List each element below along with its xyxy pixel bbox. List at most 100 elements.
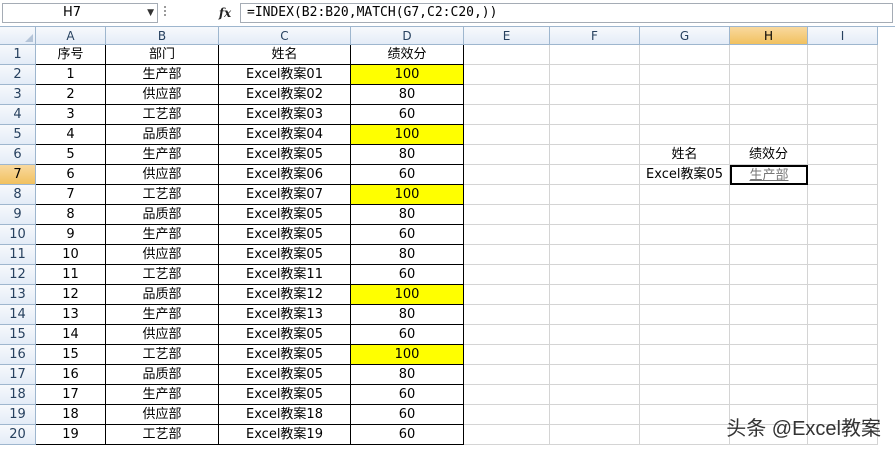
cell-d3[interactable]: 80 [351, 85, 464, 105]
cell-a16[interactable]: 15 [36, 345, 106, 365]
cell-d15[interactable]: 60 [351, 325, 464, 345]
cell-f13[interactable] [550, 285, 640, 305]
cell-e19[interactable] [464, 405, 550, 425]
cell-g1[interactable] [640, 45, 730, 65]
row-header-17[interactable]: 17 [0, 365, 36, 385]
cell-h2[interactable] [730, 65, 808, 85]
cell-d12[interactable]: 60 [351, 265, 464, 285]
select-all-corner[interactable] [0, 27, 36, 45]
cell-i5[interactable] [808, 125, 878, 145]
cell-b16[interactable]: 工艺部 [106, 345, 219, 365]
cell-h8[interactable] [730, 185, 808, 205]
cell-f17[interactable] [550, 365, 640, 385]
column-header-b[interactable]: B [106, 27, 219, 45]
cell-e5[interactable] [464, 125, 550, 145]
active-cell-h7[interactable]: 生产部 [730, 165, 808, 185]
cell-a4[interactable]: 3 [36, 105, 106, 125]
cell-c5[interactable]: Excel教案04 [219, 125, 351, 145]
cell-c11[interactable]: Excel教案05 [219, 245, 351, 265]
cell-c19[interactable]: Excel教案18 [219, 405, 351, 425]
cell-d4[interactable]: 60 [351, 105, 464, 125]
cell-g15[interactable] [640, 325, 730, 345]
cell-a10[interactable]: 9 [36, 225, 106, 245]
cell-b10[interactable]: 生产部 [106, 225, 219, 245]
cell-i2[interactable] [808, 65, 878, 85]
cell-d8[interactable]: 100 [351, 185, 464, 205]
cell-f19[interactable] [550, 405, 640, 425]
cell-c17[interactable]: Excel教案05 [219, 365, 351, 385]
cell-f15[interactable] [550, 325, 640, 345]
cell-b11[interactable]: 供应部 [106, 245, 219, 265]
cell-b13[interactable]: 品质部 [106, 285, 219, 305]
cell-h15[interactable] [730, 325, 808, 345]
cell-a18[interactable]: 17 [36, 385, 106, 405]
cell-a13[interactable]: 12 [36, 285, 106, 305]
cell-g16[interactable] [640, 345, 730, 365]
cell-h4[interactable] [730, 105, 808, 125]
cell-i12[interactable] [808, 265, 878, 285]
row-header-8[interactable]: 8 [0, 185, 36, 205]
cell-a7[interactable]: 6 [36, 165, 106, 185]
column-header-a[interactable]: A [36, 27, 106, 45]
cell-f4[interactable] [550, 105, 640, 125]
cell-a12[interactable]: 11 [36, 265, 106, 285]
cell-h9[interactable] [730, 205, 808, 225]
cell-i17[interactable] [808, 365, 878, 385]
cell-a20[interactable]: 19 [36, 425, 106, 445]
cell-g18[interactable] [640, 385, 730, 405]
cell-c9[interactable]: Excel教案05 [219, 205, 351, 225]
cell-d20[interactable]: 60 [351, 425, 464, 445]
formula-input[interactable]: =INDEX(B2:B20,MATCH(G7,C2:C20,)) [240, 3, 893, 23]
cell-f11[interactable] [550, 245, 640, 265]
cell-f3[interactable] [550, 85, 640, 105]
cell-e10[interactable] [464, 225, 550, 245]
cell-b1[interactable]: 部门 [106, 45, 219, 65]
cell-g8[interactable] [640, 185, 730, 205]
cell-d1[interactable]: 绩效分 [351, 45, 464, 65]
column-header-c[interactable]: C [219, 27, 351, 45]
row-header-10[interactable]: 10 [0, 225, 36, 245]
cell-c4[interactable]: Excel教案03 [219, 105, 351, 125]
cell-c18[interactable]: Excel教案05 [219, 385, 351, 405]
cell-b6[interactable]: 生产部 [106, 145, 219, 165]
cell-d5[interactable]: 100 [351, 125, 464, 145]
cell-b18[interactable]: 生产部 [106, 385, 219, 405]
column-header-g[interactable]: G [640, 27, 730, 45]
cell-a15[interactable]: 14 [36, 325, 106, 345]
cell-f9[interactable] [550, 205, 640, 225]
cell-f1[interactable] [550, 45, 640, 65]
cell-b20[interactable]: 工艺部 [106, 425, 219, 445]
cell-g7[interactable]: Excel教案05 [640, 165, 730, 185]
cell-f20[interactable] [550, 425, 640, 445]
cell-e20[interactable] [464, 425, 550, 445]
column-header-i[interactable]: I [808, 27, 878, 45]
cell-e8[interactable] [464, 185, 550, 205]
cell-h16[interactable] [730, 345, 808, 365]
cell-c10[interactable]: Excel教案05 [219, 225, 351, 245]
cell-b14[interactable]: 生产部 [106, 305, 219, 325]
cell-e18[interactable] [464, 385, 550, 405]
cell-h12[interactable] [730, 265, 808, 285]
cell-a8[interactable]: 7 [36, 185, 106, 205]
cell-c2[interactable]: Excel教案01 [219, 65, 351, 85]
cell-i13[interactable] [808, 285, 878, 305]
cell-e4[interactable] [464, 105, 550, 125]
cell-g13[interactable] [640, 285, 730, 305]
cell-e12[interactable] [464, 265, 550, 285]
cell-b8[interactable]: 工艺部 [106, 185, 219, 205]
cell-c3[interactable]: Excel教案02 [219, 85, 351, 105]
cell-f8[interactable] [550, 185, 640, 205]
cell-h5[interactable] [730, 125, 808, 145]
row-header-9[interactable]: 9 [0, 205, 36, 225]
cell-i1[interactable] [808, 45, 878, 65]
row-header-20[interactable]: 20 [0, 425, 36, 445]
cell-c1[interactable]: 姓名 [219, 45, 351, 65]
row-header-1[interactable]: 1 [0, 45, 36, 65]
cell-e7[interactable] [464, 165, 550, 185]
cell-c6[interactable]: Excel教案05 [219, 145, 351, 165]
cell-d10[interactable]: 60 [351, 225, 464, 245]
row-header-6[interactable]: 6 [0, 145, 36, 165]
cell-g19[interactable] [640, 405, 730, 425]
cell-b9[interactable]: 品质部 [106, 205, 219, 225]
cell-d18[interactable]: 60 [351, 385, 464, 405]
